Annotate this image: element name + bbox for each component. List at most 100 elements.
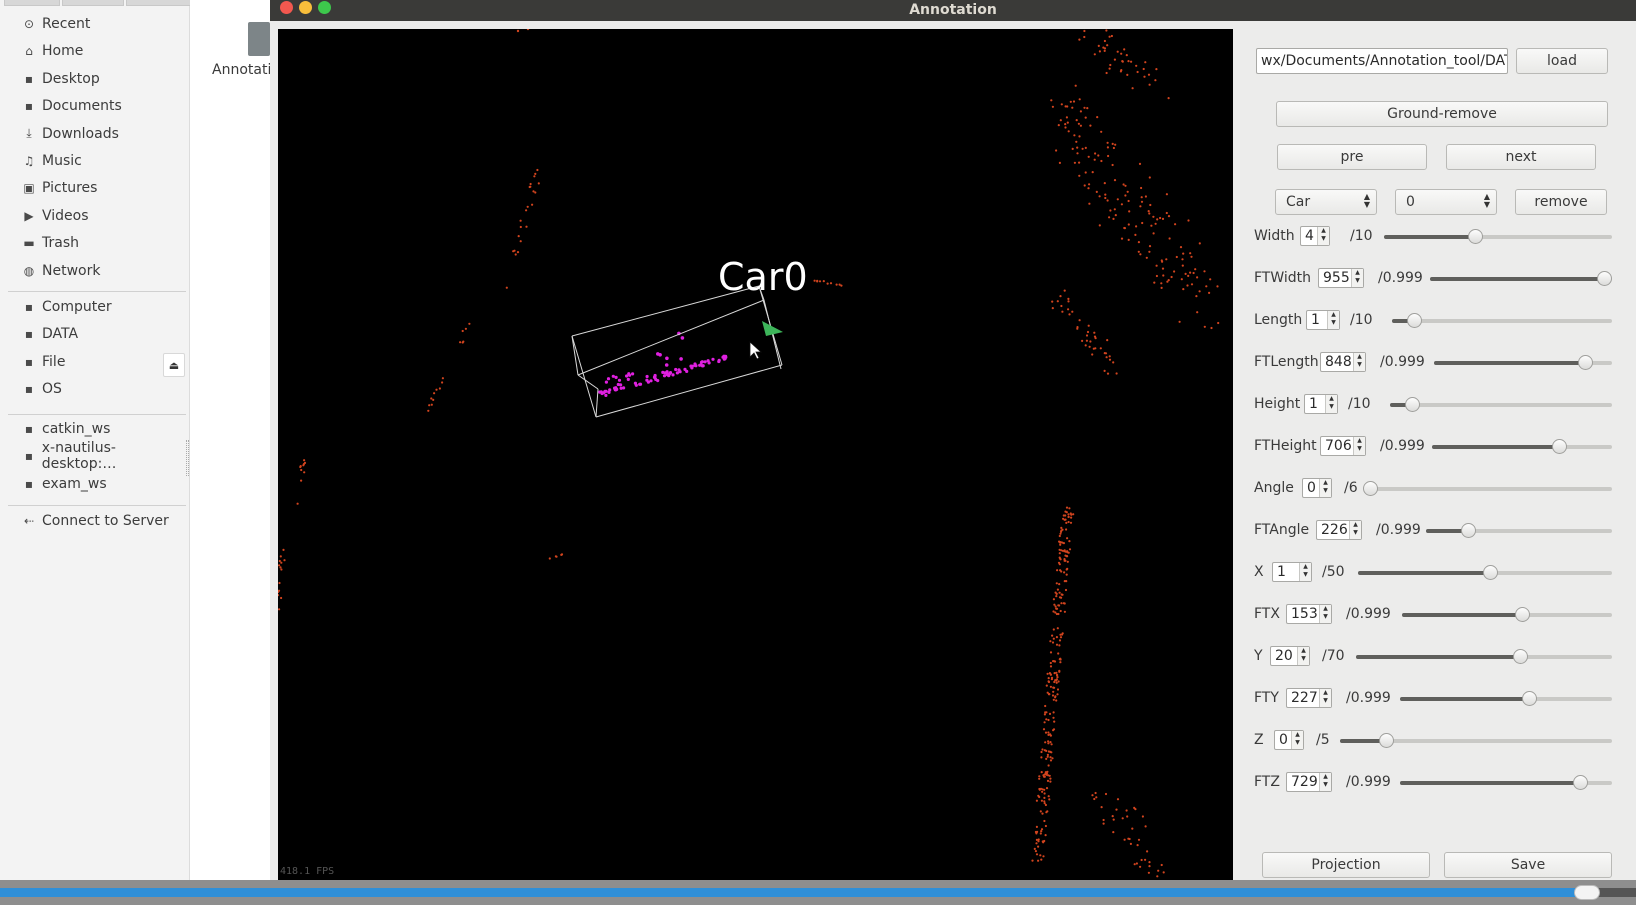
load-button[interactable]: load — [1516, 48, 1608, 74]
param-row-x: X 1 ▲ ▼ /50 — [1254, 562, 1612, 584]
y-slider[interactable] — [1356, 655, 1612, 659]
spin-arrows-icon[interactable]: ▲ ▼ — [1291, 731, 1303, 749]
ftx-slider[interactable] — [1402, 613, 1612, 617]
spin-arrows-icon[interactable]: ▲ ▼ — [1297, 647, 1309, 665]
spin-arrows-icon[interactable]: ▲ ▼ — [1319, 689, 1331, 707]
point-cloud-viewer[interactable]: Car0 418.1 FPS — [278, 29, 1233, 880]
spin-arrows-icon[interactable]: ▲ ▼ — [1327, 311, 1339, 329]
ftx-spinbox[interactable]: 153 ▲ ▼ — [1286, 604, 1332, 624]
ftlength-slider-handle[interactable] — [1578, 355, 1593, 370]
ftwidth-spinbox[interactable]: 955 ▲ ▼ — [1318, 268, 1364, 288]
sidebar-item-data[interactable]: ▪ DATA — [0, 321, 188, 347]
lidar-point — [1072, 100, 1076, 103]
lidar-point — [1045, 787, 1049, 790]
object-id-select[interactable]: 0 ▲ ▼ — [1395, 189, 1497, 215]
lidar-point — [1049, 777, 1052, 780]
length-slider-handle[interactable] — [1407, 313, 1422, 328]
angle-spinbox[interactable]: 0 ▲ ▼ — [1302, 478, 1332, 498]
previous-frame-button[interactable]: pre — [1277, 144, 1427, 170]
width-slider[interactable] — [1384, 235, 1612, 239]
spin-arrows-icon[interactable]: ▲ ▼ — [1319, 773, 1331, 791]
ftwidth-slider-handle[interactable] — [1597, 271, 1612, 286]
fty-slider[interactable] — [1400, 697, 1612, 701]
bounding-box-edge — [571, 335, 597, 418]
sidebar-item-network[interactable]: ◍ Network — [0, 258, 188, 284]
spin-arrows-icon[interactable]: ▲ ▼ — [1353, 353, 1365, 371]
lidar-point — [1152, 215, 1155, 218]
ftz-spinbox[interactable]: 729 ▲ ▼ — [1286, 772, 1332, 792]
sidebar-item-x-nautilus-desktop[interactable]: ▪ x-nautilus-desktop:… — [0, 440, 188, 472]
folder-icon[interactable] — [248, 22, 270, 56]
ftheight-spinbox[interactable]: 706 ▲ ▼ — [1320, 436, 1366, 456]
z-slider-handle[interactable] — [1379, 733, 1394, 748]
x-spinbox[interactable]: 1 ▲ ▼ — [1272, 562, 1312, 582]
height-slider[interactable] — [1390, 403, 1612, 407]
ftwidth-slider[interactable] — [1430, 277, 1612, 281]
point-cloud-canvas[interactable] — [278, 29, 1233, 880]
sidebar-resize-handle[interactable] — [186, 440, 189, 476]
spin-arrows-icon[interactable]: ▲ ▼ — [1353, 437, 1365, 455]
spin-arrows-icon[interactable]: ▲ ▼ — [1319, 605, 1331, 623]
spin-arrows-icon[interactable]: ▲ ▼ — [1325, 395, 1337, 413]
width-slider-handle[interactable] — [1468, 229, 1483, 244]
sidebar-item-computer[interactable]: ▪ Computer — [0, 294, 188, 320]
ftangle-spinbox[interactable]: 226 ▲ ▼ — [1316, 520, 1362, 540]
ftx-slider-handle[interactable] — [1515, 607, 1530, 622]
sidebar-item-music[interactable]: ♫ Music — [0, 148, 188, 174]
class-select[interactable]: Car ▲ ▼ — [1275, 189, 1377, 215]
lidar-point — [1046, 672, 1049, 675]
y-spinbox[interactable]: 20 ▲ ▼ — [1270, 646, 1310, 666]
spin-arrows-icon[interactable]: ▲ ▼ — [1351, 269, 1363, 287]
sidebar-item-os[interactable]: ▪ OS — [0, 376, 188, 402]
height-slider-handle[interactable] — [1405, 397, 1420, 412]
playback-progress-knob[interactable] — [1574, 885, 1600, 900]
eject-button[interactable]: ⏏ — [163, 353, 185, 377]
sidebar-item-home[interactable]: ⌂ Home — [0, 38, 188, 64]
sidebar-item-desktop[interactable]: ▪ Desktop — [0, 66, 188, 92]
ftlength-spinbox[interactable]: 848 ▲ ▼ — [1320, 352, 1366, 372]
selected-point — [645, 374, 649, 379]
ground-remove-button[interactable]: Ground-remove — [1276, 101, 1608, 127]
fty-spinbox[interactable]: 227 ▲ ▼ — [1286, 688, 1332, 708]
projection-button[interactable]: Projection — [1262, 852, 1430, 878]
z-spinbox[interactable]: 0 ▲ ▼ — [1274, 730, 1304, 750]
folder-label[interactable]: Annotati — [212, 62, 271, 78]
sidebar-item-connect-to-server[interactable]: ⇠ Connect to Server — [0, 508, 188, 534]
width-spinbox[interactable]: 4 ▲ ▼ — [1300, 226, 1330, 246]
ftheight-slider-handle[interactable] — [1552, 439, 1567, 454]
spin-arrows-icon[interactable]: ▲ ▼ — [1299, 563, 1311, 581]
remove-button[interactable]: remove — [1515, 189, 1607, 215]
lidar-point — [1145, 256, 1148, 259]
spin-arrows-icon[interactable]: ▲ ▼ — [1319, 479, 1331, 497]
save-button[interactable]: Save — [1444, 852, 1612, 878]
playback-progress-track[interactable] — [0, 885, 1636, 900]
angle-slider-handle[interactable] — [1363, 481, 1378, 496]
spin-arrows-icon[interactable]: ▲ ▼ — [1317, 227, 1329, 245]
fty-slider-handle[interactable] — [1522, 691, 1537, 706]
sidebar-item-pictures[interactable]: ▣ Pictures — [0, 175, 188, 201]
angle-slider[interactable] — [1370, 487, 1612, 491]
y-slider-handle[interactable] — [1513, 649, 1528, 664]
sidebar-item-catkin-ws[interactable]: ▪ catkin_ws — [0, 416, 188, 442]
sidebar-item-file[interactable]: ▪ File — [0, 349, 188, 375]
sidebar-item-exam-ws[interactable]: ▪ exam_ws — [0, 471, 188, 497]
sidebar-item-documents[interactable]: ▪ Documents — [0, 93, 188, 119]
x-slider-handle[interactable] — [1483, 565, 1498, 580]
sidebar-item-recent[interactable]: ⊙ Recent — [0, 11, 188, 37]
height-spinbox[interactable]: 1 ▲ ▼ — [1304, 394, 1338, 414]
data-path-input[interactable]: wx/Documents/Annotation_tool/DATA — [1256, 48, 1508, 74]
next-frame-button[interactable]: next — [1446, 144, 1596, 170]
length-slider[interactable] — [1392, 319, 1612, 323]
ftangle-slider-handle[interactable] — [1461, 523, 1476, 538]
ftz-slider-handle[interactable] — [1573, 775, 1588, 790]
sidebar-item-downloads[interactable]: ⤓ Downloads — [0, 121, 188, 147]
ftangle-slider[interactable] — [1426, 529, 1612, 533]
sidebar-item-trash[interactable]: ▬ Trash — [0, 230, 188, 256]
spin-arrows-icon[interactable]: ▲ ▼ — [1349, 521, 1361, 539]
length-spinbox[interactable]: 1 ▲ ▼ — [1306, 310, 1340, 330]
lidar-point — [1107, 154, 1110, 158]
ftheight-slider[interactable] — [1432, 445, 1612, 449]
sidebar-item-videos[interactable]: ▶ Videos — [0, 203, 188, 229]
lidar-point — [1179, 246, 1183, 249]
annotation-titlebar[interactable]: Annotation — [270, 0, 1636, 21]
